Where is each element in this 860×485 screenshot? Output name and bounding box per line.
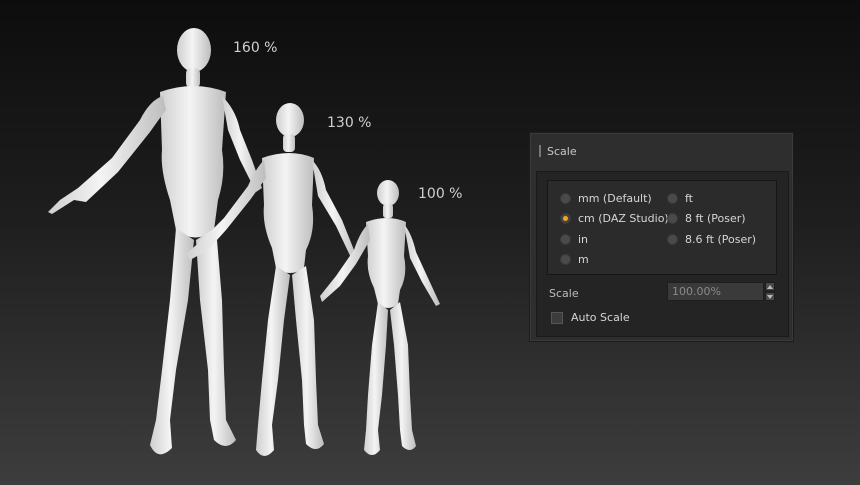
scale-label-100: 100 % bbox=[418, 186, 463, 202]
radio-button-icon bbox=[560, 253, 571, 265]
scale-panel: Scale mm (Default) cm (DAZ Studio) in m … bbox=[529, 132, 794, 342]
panel-title: Scale bbox=[547, 144, 577, 158]
checkbox-icon bbox=[551, 311, 563, 324]
scale-input[interactable]: 100.00% bbox=[667, 282, 764, 301]
radio-label: cm (DAZ Studio) bbox=[578, 211, 669, 225]
radio-button-icon bbox=[560, 233, 571, 245]
scale-field-label: Scale bbox=[549, 287, 579, 300]
units-radio-group: mm (Default) cm (DAZ Studio) in m ft 8 f… bbox=[547, 180, 777, 275]
radio-button-icon bbox=[667, 212, 678, 224]
radio-label: 8.6 ft (Poser) bbox=[685, 232, 757, 246]
radio-label: mm (Default) bbox=[578, 191, 652, 205]
radio-button-icon bbox=[560, 192, 571, 204]
grip-icon bbox=[539, 145, 541, 157]
radio-button-icon bbox=[667, 233, 678, 245]
panel-header[interactable]: Scale bbox=[530, 133, 793, 169]
radio-label: in bbox=[578, 232, 589, 246]
radio-label: ft bbox=[685, 191, 693, 205]
radio-label: 8 ft (Poser) bbox=[685, 211, 746, 225]
radio-ft[interactable]: ft bbox=[667, 190, 693, 206]
scale-label-130: 130 % bbox=[327, 115, 372, 131]
radio-mm[interactable]: mm (Default) bbox=[560, 190, 652, 206]
radio-button-selected-icon bbox=[560, 212, 571, 224]
spin-down-button[interactable] bbox=[765, 292, 775, 301]
radio-m[interactable]: m bbox=[560, 251, 589, 267]
scale-label-160: 160 % bbox=[233, 40, 278, 56]
radio-label: m bbox=[578, 252, 589, 266]
auto-scale-label: Auto Scale bbox=[571, 311, 630, 324]
spin-up-button[interactable] bbox=[765, 282, 775, 291]
arrow-down-icon bbox=[767, 294, 773, 299]
radio-8ft-poser[interactable]: 8 ft (Poser) bbox=[667, 210, 746, 226]
radio-8-6ft-poser[interactable]: 8.6 ft (Poser) bbox=[667, 231, 756, 247]
radio-cm[interactable]: cm (DAZ Studio) bbox=[560, 210, 669, 226]
panel-body: mm (Default) cm (DAZ Studio) in m ft 8 f… bbox=[536, 171, 789, 337]
auto-scale-checkbox[interactable]: Auto Scale bbox=[551, 311, 630, 324]
radio-button-icon bbox=[667, 192, 678, 204]
arrow-up-icon bbox=[767, 284, 773, 289]
radio-in[interactable]: in bbox=[560, 231, 588, 247]
scale-spinner bbox=[765, 282, 775, 301]
